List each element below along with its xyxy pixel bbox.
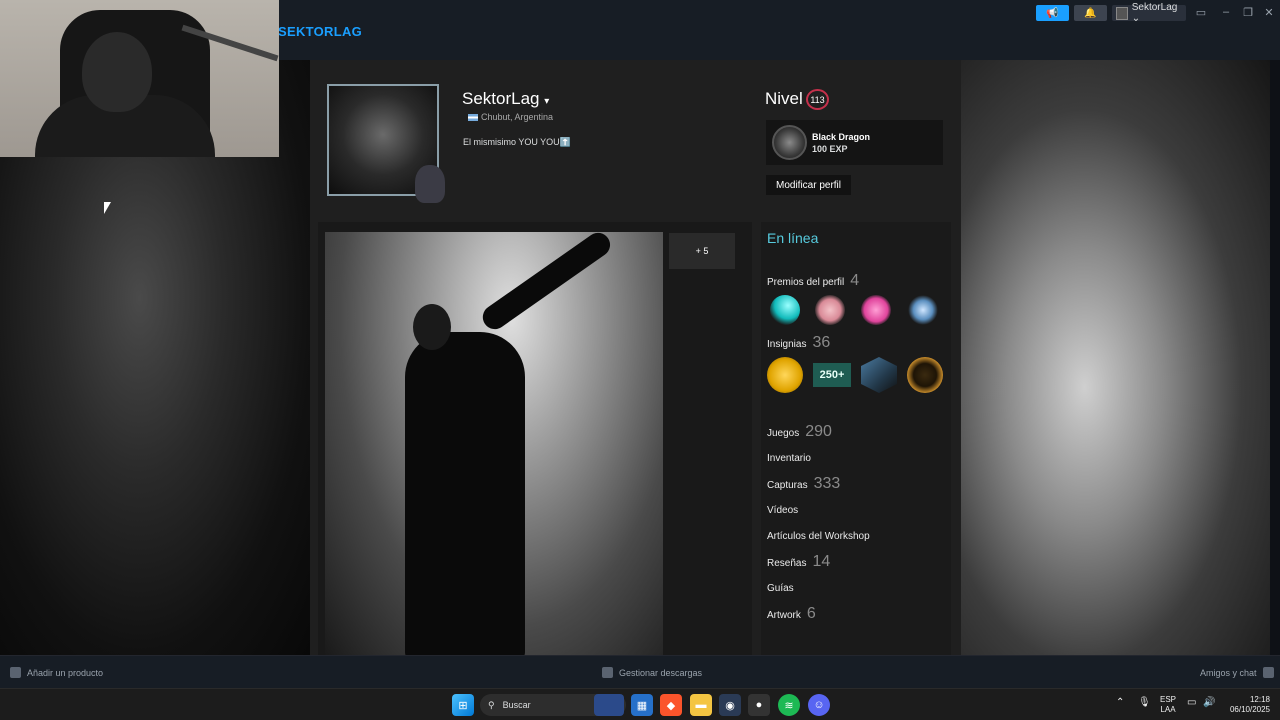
featured-badge-name: Black Dragon <box>812 132 871 142</box>
profile-awards-link[interactable]: Premios del perfil 4 <box>767 272 859 290</box>
videos-link[interactable]: Vídeos <box>767 505 798 516</box>
chevron-down-icon: ▾ <box>544 96 550 107</box>
screenshots-link[interactable]: Capturas 333 <box>767 475 840 493</box>
download-icon <box>602 667 613 678</box>
coin-badge-icon[interactable] <box>767 357 803 393</box>
search-icon: ⚲ <box>488 699 495 710</box>
maximize-icon[interactable]: ❐ <box>1237 5 1259 19</box>
avatar-frame-decoration <box>415 165 445 203</box>
showcase-more-button[interactable]: + 5 <box>669 233 735 269</box>
edit-profile-button[interactable]: Modificar perfil <box>766 175 851 195</box>
guides-link[interactable]: Guías <box>767 583 794 594</box>
profile-background-right <box>961 60 1270 655</box>
clock[interactable]: 12:18 06/10/2025 <box>1224 695 1270 715</box>
search-highlight-icon <box>594 694 624 716</box>
steam-app-icon[interactable]: ◉ <box>719 694 741 716</box>
file-explorer-icon[interactable]: ▬ <box>690 694 712 716</box>
heart-award-icon[interactable] <box>861 295 891 325</box>
big-picture-icon[interactable]: ▭ <box>1190 5 1212 19</box>
mouse-cursor-icon <box>104 202 111 214</box>
friends-chat-button[interactable]: Amigos y chat <box>1200 667 1274 678</box>
badges-link[interactable]: Insignias 36 <box>767 334 830 352</box>
workshop-link[interactable]: Artículos del Workshop <box>767 531 870 542</box>
inventory-link[interactable]: Inventario <box>767 453 811 464</box>
comet-award-icon[interactable] <box>770 295 800 325</box>
profile-summary: El mismisimo YOU YOU⬆️ <box>463 137 571 147</box>
windows-taskbar: ⊞ ⚲ Buscar ▦ ◆ ▬ ◉ ● ≋ ☺ ⌃ 🎙 ESP LAA ▭ 🔊… <box>0 688 1280 720</box>
plus-icon <box>10 667 21 678</box>
eagle-badge-icon[interactable] <box>907 357 943 393</box>
webcam-overlay <box>0 0 279 157</box>
games-link[interactable]: Juegos 290 <box>767 423 832 441</box>
task-view-icon[interactable]: ▦ <box>631 694 653 716</box>
level-label: Nivel <box>765 89 803 108</box>
profile-username[interactable]: SektorLag ▾ <box>462 89 549 109</box>
language-indicator[interactable]: ESP LAA <box>1160 695 1176 715</box>
flag-icon <box>468 113 478 121</box>
level-badge: 113 <box>806 89 829 110</box>
manage-downloads-button[interactable]: Gestionar descargas <box>602 667 702 678</box>
featured-badge-xp: 100 EXP <box>812 144 848 154</box>
microphone-icon[interactable]: 🎙 <box>1138 698 1151 708</box>
network-icon[interactable]: ▭ <box>1187 698 1196 708</box>
years-badge-icon[interactable]: 250+ <box>813 363 851 387</box>
notifications-button[interactable]: 🔔 <box>1074 5 1107 21</box>
volume-icon[interactable]: 🔊 <box>1203 698 1215 708</box>
profile-location: Chubut, Argentina <box>468 112 553 122</box>
globe-award-icon[interactable] <box>908 295 938 325</box>
doll-award-icon[interactable] <box>815 295 845 325</box>
dragon-badge-icon <box>772 125 807 160</box>
artwork-link[interactable]: Artwork 6 <box>767 605 816 623</box>
discord-icon[interactable]: ☺ <box>808 694 830 716</box>
showcase-artwork-image[interactable] <box>325 232 663 655</box>
account-menu[interactable]: SektorLag ⌄ <box>1112 2 1186 24</box>
windows-start-icon[interactable]: ⊞ <box>452 694 474 716</box>
chevron-up-icon[interactable]: ⌃ <box>1116 698 1124 708</box>
steam-bottom-bar: Añadir un producto Gestionar descargas A… <box>0 655 1280 688</box>
avatar <box>1116 6 1128 20</box>
brave-browser-icon[interactable]: ◆ <box>660 694 682 716</box>
minimize-icon[interactable]: – <box>1215 5 1237 19</box>
add-product-button[interactable]: Añadir un producto <box>10 667 103 678</box>
chat-icon <box>1262 667 1274 678</box>
close-icon[interactable]: ✕ <box>1258 5 1280 19</box>
announcements-button[interactable]: 📢 <box>1036 5 1069 21</box>
account-menu-label: SektorLag ⌄ <box>1131 2 1178 24</box>
spotify-icon[interactable]: ≋ <box>778 694 800 716</box>
megaphone-icon: 📢 <box>1046 7 1059 19</box>
bell-icon: 🔔 <box>1084 7 1097 19</box>
obs-icon[interactable]: ● <box>748 694 770 716</box>
reviews-link[interactable]: Reseñas 14 <box>767 553 830 571</box>
online-status: En línea <box>767 230 819 246</box>
nav-user-title[interactable]: SEKTORLAG <box>278 24 362 39</box>
